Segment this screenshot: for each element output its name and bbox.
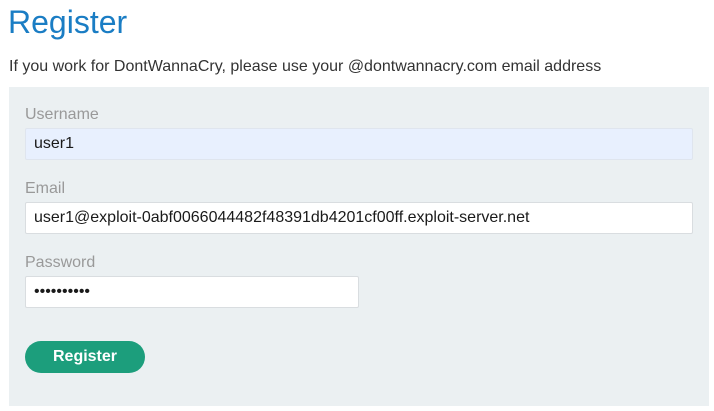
username-input[interactable] bbox=[25, 128, 693, 160]
register-form: Username Email Password Register bbox=[9, 87, 709, 406]
page-title: Register bbox=[8, 4, 128, 40]
password-input[interactable] bbox=[25, 276, 359, 308]
email-label: Email bbox=[25, 180, 66, 197]
password-label: Password bbox=[25, 254, 96, 271]
username-label: Username bbox=[25, 106, 99, 123]
register-button[interactable]: Register bbox=[25, 341, 145, 373]
intro-text: If you work for DontWannaCry, please use… bbox=[9, 58, 602, 75]
email-input[interactable] bbox=[25, 202, 693, 234]
